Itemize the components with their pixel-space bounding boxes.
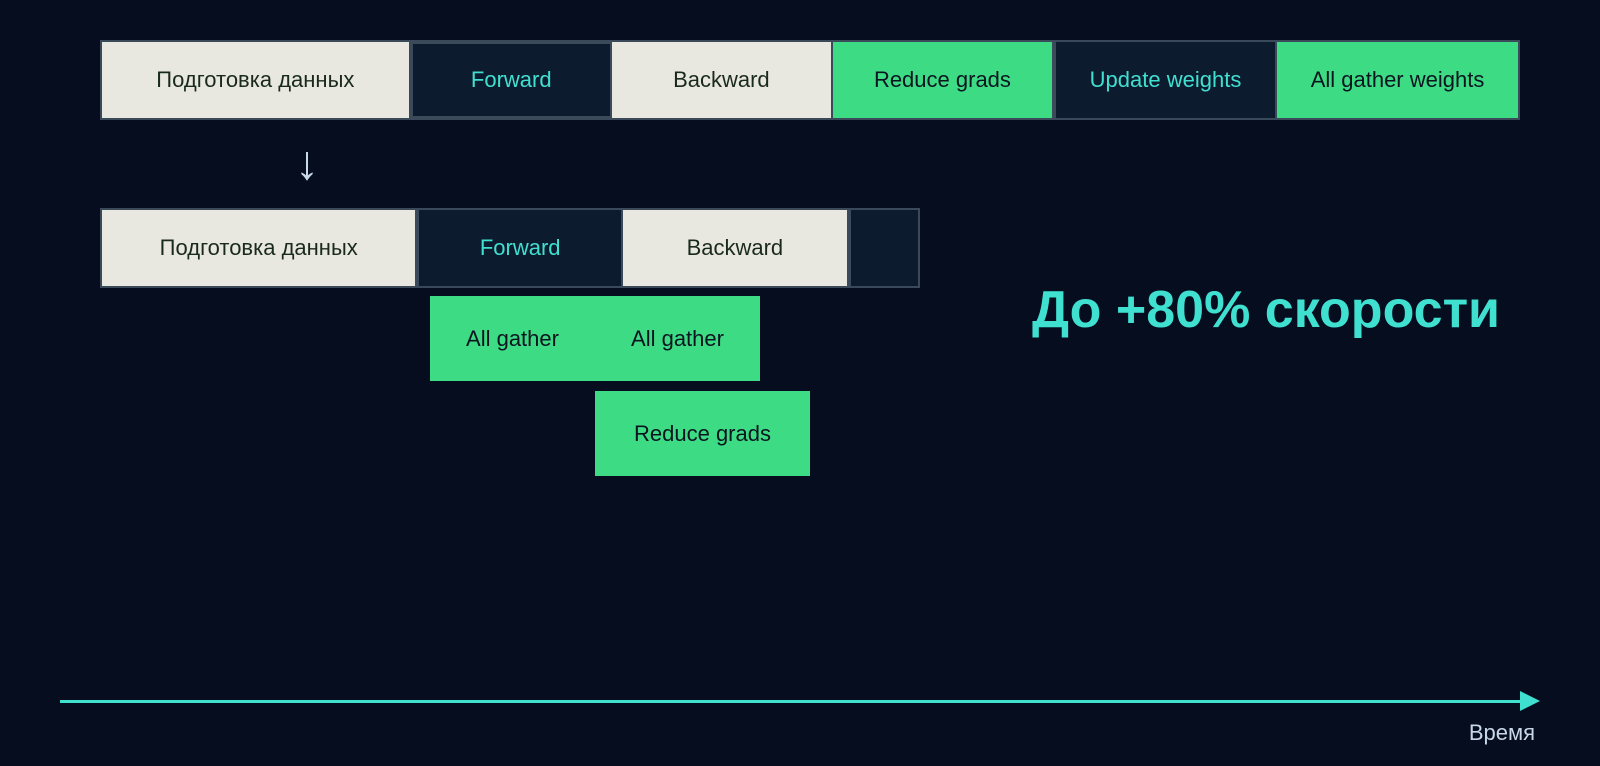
- top-row: Подготовка данных Forward Backward Reduc…: [100, 40, 1520, 120]
- block-reduce-top: Reduce grads: [833, 42, 1054, 118]
- block-allgather-top: All gather weights: [1277, 42, 1518, 118]
- allgather1-label: All gather: [466, 326, 559, 352]
- reduce-overlap-label: Reduce grads: [634, 421, 771, 447]
- box-allgather2: All gather: [595, 296, 760, 381]
- reduce-top-label: Reduce grads: [874, 67, 1011, 93]
- box-reduce: Reduce grads: [595, 391, 810, 476]
- main-container: Подготовка данных Forward Backward Reduc…: [0, 0, 1600, 766]
- block-backward-bottom: Backward: [623, 210, 849, 286]
- box-allgather1: All gather: [430, 296, 595, 381]
- update-top-label: Update weights: [1090, 67, 1242, 93]
- forward-top-label: Forward: [471, 67, 552, 93]
- prep-top-label: Подготовка данных: [156, 67, 354, 93]
- down-arrow: ↓: [295, 140, 319, 188]
- speed-label: До +80% скорости: [1032, 281, 1500, 339]
- backward-top-label: Backward: [673, 67, 770, 93]
- bottom-section: Подготовка данных Forward Backward All g…: [100, 208, 1520, 496]
- prep-bottom-label: Подготовка данных: [160, 235, 358, 261]
- block-forward-top: Forward: [411, 42, 612, 118]
- timeline-container: [60, 691, 1540, 711]
- speed-text: До +80% скорости: [1032, 280, 1500, 340]
- block-update-top: Update weights: [1054, 42, 1277, 118]
- forward-bottom-label: Forward: [480, 235, 561, 261]
- block-prep-bottom: Подготовка данных: [102, 210, 417, 286]
- allgather-top-label: All gather weights: [1311, 67, 1485, 93]
- allgather2-label: All gather: [631, 326, 724, 352]
- block-forward-bottom: Forward: [417, 210, 623, 286]
- backward-bottom-label: Backward: [687, 235, 784, 261]
- block-small-dark: [849, 210, 918, 286]
- overlap-container: All gather All gather Reduce grads: [100, 296, 920, 496]
- timeline-line: [60, 700, 1520, 703]
- timeline-arrow-icon: [1520, 691, 1540, 711]
- block-backward-top: Backward: [612, 42, 833, 118]
- arrow-container: ↓: [100, 140, 1520, 188]
- block-prep-top: Подготовка данных: [102, 42, 411, 118]
- bottom-row: Подготовка данных Forward Backward: [100, 208, 920, 288]
- timeline-label: Время: [1469, 720, 1535, 746]
